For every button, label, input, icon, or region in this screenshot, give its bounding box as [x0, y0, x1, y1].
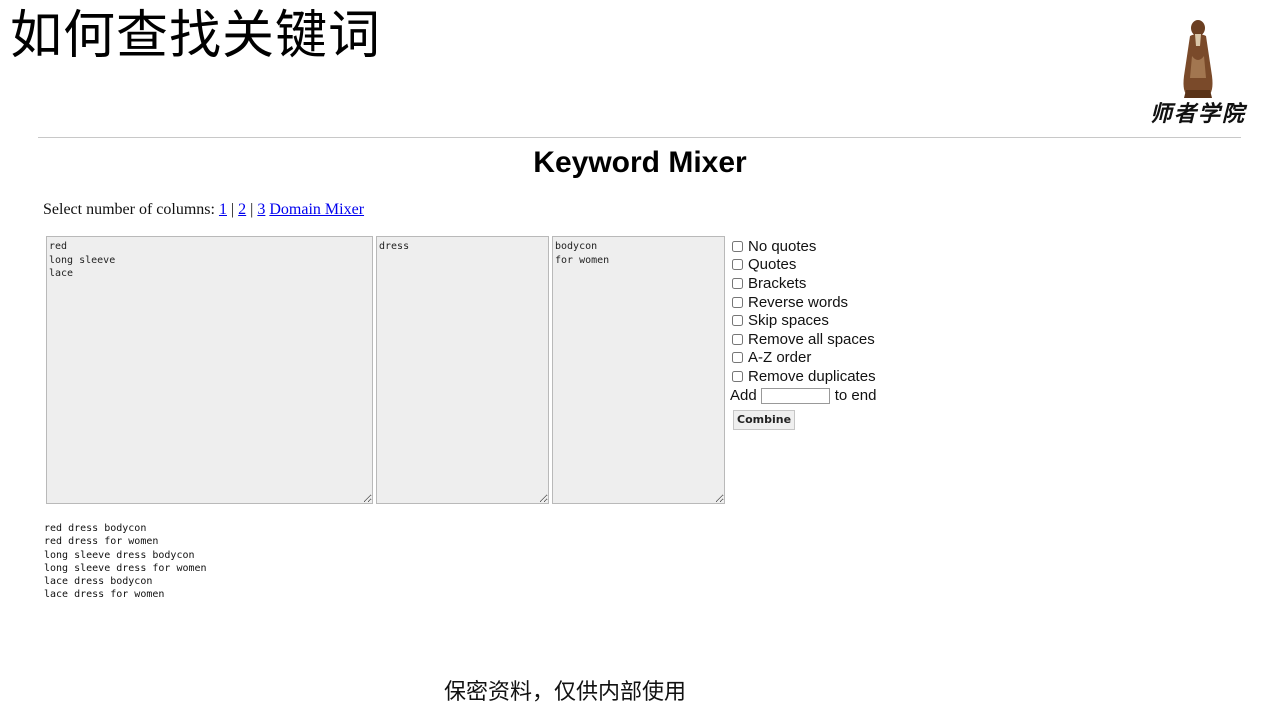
combine-button[interactable]: Combine [733, 409, 796, 430]
option-reverse-words[interactable]: Reverse words [730, 293, 876, 312]
option-brackets[interactable]: Brackets [730, 274, 876, 293]
option-label: Quotes [748, 256, 797, 274]
option-label: No quotes [748, 237, 817, 255]
logo-text: 师者学院 [1149, 101, 1246, 127]
option-no-quotes[interactable]: No quotes [730, 237, 876, 256]
option-quotes[interactable]: Quotes [730, 256, 876, 275]
brackets-checkbox[interactable] [732, 277, 743, 289]
add-to-end-row: Add to end [730, 386, 876, 406]
result-line: long sleeve dress for women [44, 562, 207, 574]
option-skip-spaces[interactable]: Skip spaces [730, 311, 876, 330]
columns-3-link[interactable]: 3 [257, 201, 265, 218]
skip-spaces-checkbox[interactable] [732, 315, 743, 327]
option-remove-all-spaces[interactable]: Remove all spaces [730, 330, 876, 349]
keyword-column-1[interactable]: red long sleeve lace [46, 236, 373, 504]
option-label: A-Z order [748, 349, 812, 367]
remove-all-spaces-checkbox[interactable] [732, 333, 743, 345]
results-output: red dress bodycon red dress for women lo… [44, 522, 207, 602]
remove-duplicates-checkbox[interactable] [732, 370, 743, 382]
domain-mixer-link[interactable]: Domain Mixer [269, 201, 364, 218]
result-line: lace dress for women [44, 589, 165, 601]
option-label: Skip spaces [748, 312, 829, 330]
result-line: red dress bodycon [44, 523, 147, 534]
az-order-checkbox[interactable] [732, 352, 743, 364]
logo: 师者学院 [1138, 12, 1258, 127]
add-to-end-input[interactable] [760, 387, 830, 404]
slide-title: 如何查找关键词 [10, 6, 382, 66]
sage-figure-icon [1183, 20, 1213, 98]
option-label: Brackets [748, 274, 807, 292]
add-prefix-label: Add [730, 387, 757, 405]
quotes-checkbox[interactable] [732, 259, 743, 271]
options-panel: No quotes Quotes Brackets Reverse words … [730, 237, 876, 430]
no-quotes-checkbox[interactable] [732, 240, 743, 252]
option-label: Remove duplicates [748, 367, 876, 385]
keyword-column-2[interactable]: dress [376, 236, 549, 504]
columns-2-link[interactable]: 2 [238, 201, 246, 218]
keyword-column-3[interactable]: bodycon for women [552, 236, 725, 504]
option-label: Remove all spaces [748, 330, 875, 348]
option-remove-duplicates[interactable]: Remove duplicates [730, 367, 876, 386]
result-line: long sleeve dress bodycon [44, 549, 195, 561]
columns-1-link[interactable]: 1 [219, 201, 227, 218]
option-label: Reverse words [748, 293, 849, 311]
result-line: lace dress bodycon [44, 576, 153, 588]
column-selector-label: Select number of columns: [43, 201, 215, 218]
add-suffix-label: to end [834, 387, 877, 405]
separator: | [250, 201, 254, 218]
result-line: red dress for women [44, 536, 159, 548]
column-selector: Select number of columns: 1 | 2 | 3 Doma… [43, 201, 364, 219]
page-title: Keyword Mixer [533, 146, 747, 179]
divider [38, 137, 1241, 138]
reverse-words-checkbox[interactable] [732, 296, 743, 308]
separator: | [230, 201, 235, 218]
option-az-order[interactable]: A-Z order [730, 349, 876, 368]
confidential-footer: 保密资料，仅供内部使用 [443, 680, 686, 705]
